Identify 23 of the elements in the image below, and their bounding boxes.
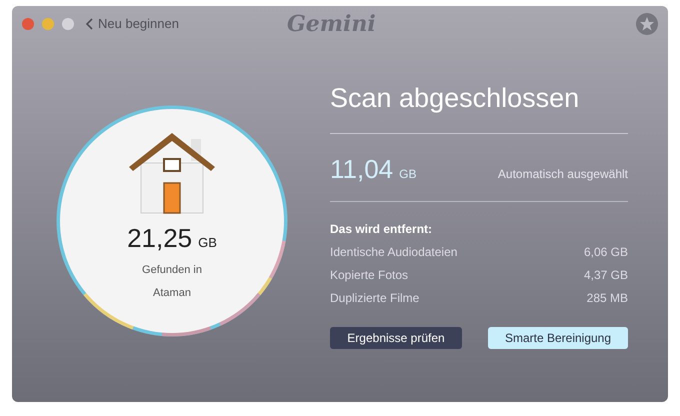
window-control[interactable] [42, 18, 54, 30]
item-label: Kopierte Fotos [330, 266, 408, 284]
item-label: Duplizierte Filme [330, 290, 420, 306]
size-unit: GB [198, 234, 217, 252]
window-control[interactable] [22, 18, 34, 30]
item-size: 4,37 GB [584, 266, 628, 284]
remove-list-title: Das wird entfernt: [330, 220, 434, 238]
app-logo: Gemini [286, 10, 376, 38]
auto-selected-note: Automatisch ausgewählt [498, 166, 628, 182]
item-size: 6,06 GB [584, 244, 628, 260]
scan-title: Scan abgeschlossen [330, 82, 580, 115]
found-caption: Gefunden in [142, 263, 202, 278]
found-size: 21,25 [127, 222, 192, 255]
chevron-left-icon [86, 18, 94, 30]
selected-size: 11,04 [330, 152, 394, 186]
selected-unit: GB [399, 166, 416, 182]
clean-button[interactable]: Smarte Bereinigung [488, 326, 628, 348]
location-label: Ataman [153, 286, 191, 300]
item-size: 285 MB [586, 290, 628, 306]
item-label: Identische Audiodateien [330, 244, 458, 260]
house-icon [127, 131, 217, 215]
review-button[interactable]: Ergebnisse prüfen [330, 326, 462, 348]
window-control[interactable] [62, 18, 74, 30]
